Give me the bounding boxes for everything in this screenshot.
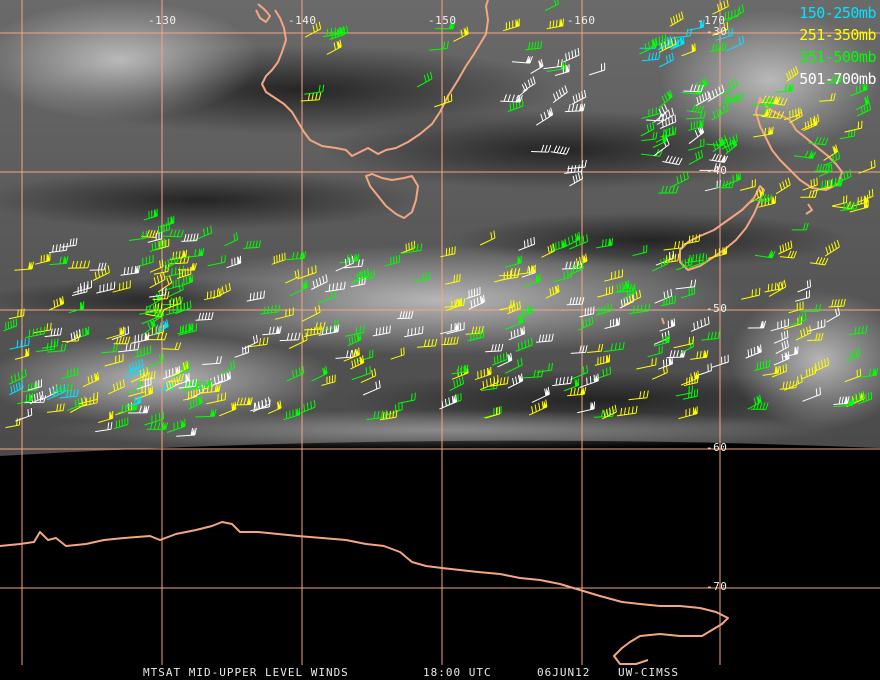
image-caption-bar: MTSAT MID-UPPER LEVEL WINDS 18:00 UTC 06… <box>0 665 880 680</box>
legend-item-351-500mb: 351-500mb <box>799 48 876 66</box>
water-vapor-imagery <box>0 0 880 456</box>
legend-item-251-350mb: 251-350mb <box>799 26 876 44</box>
producer-credit: UW-CIMSS <box>618 666 679 679</box>
antarctica-coast <box>0 521 729 665</box>
longitude-label-140w: -140 <box>288 14 317 27</box>
longitude-label-130w: -130 <box>148 14 177 27</box>
longitude-label-150w: -150 <box>428 14 457 27</box>
latitude-label-70s: -70 <box>706 580 728 593</box>
latitude-label-50s: -50 <box>706 302 728 315</box>
latitude-label-40s: -40 <box>706 164 728 177</box>
longitude-label-160w: -160 <box>567 14 596 27</box>
legend-item-150-250mb: 150-250mb <box>799 4 876 22</box>
satellite-wind-map <box>0 0 880 665</box>
observation-date: 06JUN12 <box>537 666 591 679</box>
legend-item-501-700mb: 501-700mb <box>799 70 876 88</box>
latitude-label-30s: -30 <box>706 25 728 38</box>
latitude-label-60s: -60 <box>706 441 728 454</box>
observation-time: 18:00 UTC <box>423 666 492 679</box>
product-name: MTSAT MID-UPPER LEVEL WINDS <box>143 666 349 679</box>
